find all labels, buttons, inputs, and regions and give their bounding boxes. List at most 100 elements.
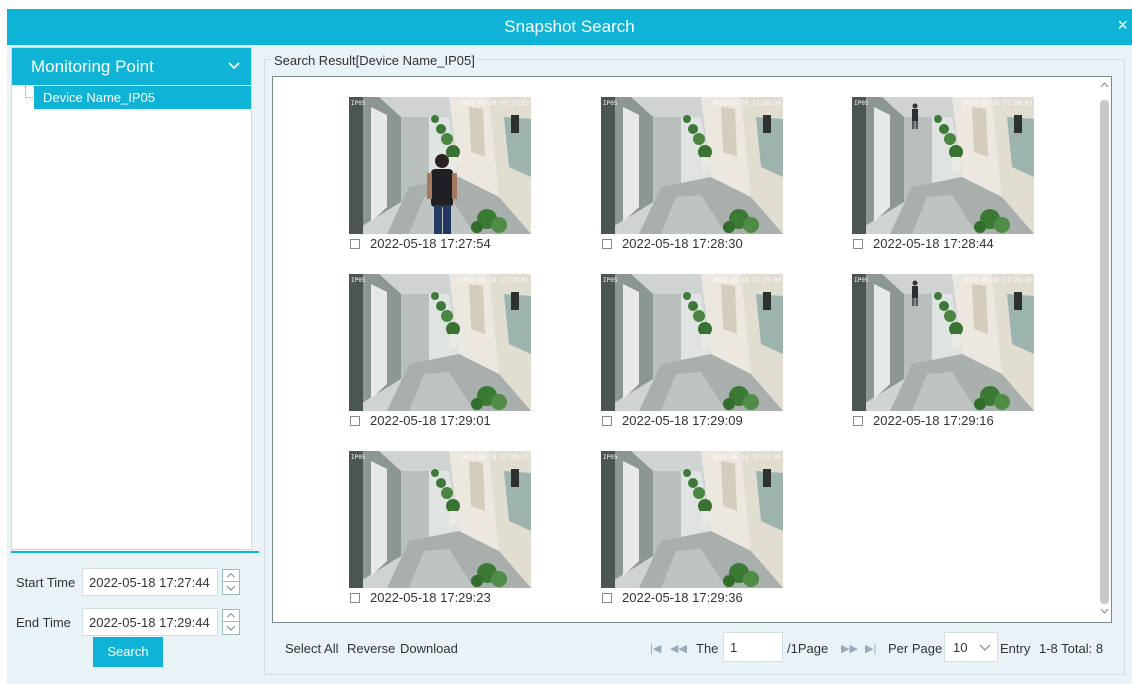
chevron-down-icon — [979, 644, 991, 651]
osd-channel-label: IP05 — [351, 100, 366, 107]
panel-divider — [11, 551, 259, 553]
scrollbar-thumb[interactable] — [1100, 100, 1109, 604]
snapshot-caption: 2022-05-18 17:27:54 — [350, 236, 540, 254]
close-icon[interactable]: × — [1117, 15, 1128, 35]
snapshot-timestamp: 2022-05-18 17:29:01 — [370, 413, 491, 428]
snapshot-caption: 2022-05-18 17:28:30 — [602, 236, 792, 254]
osd-timestamp-label: 2022-05-18 17:29:16 — [963, 277, 1032, 284]
snapshot-checkbox[interactable] — [602, 239, 612, 249]
range-total-label: 1-8 Total: 8 — [1039, 641, 1104, 656]
osd-timestamp-label: 2022-05-18 17:29:36 — [712, 454, 781, 461]
snapshot-checkbox[interactable] — [853, 239, 863, 249]
search-button[interactable]: Search — [93, 637, 163, 667]
snapshot-checkbox[interactable] — [350, 239, 360, 249]
snapshot-timestamp: 2022-05-18 17:28:30 — [622, 236, 743, 251]
snapshot-caption: 2022-05-18 17:29:23 — [350, 590, 540, 608]
snapshot-timestamp: 2022-05-18 17:29:16 — [873, 413, 994, 428]
snapshot-timestamp: 2022-05-18 17:28:44 — [873, 236, 994, 251]
per-page-value: 10 — [953, 640, 968, 655]
per-page-select[interactable]: 10 — [944, 632, 998, 662]
download-button[interactable]: Download — [400, 641, 458, 656]
snapshot-item[interactable]: IP05 2022-05-18 17:28:43 2022-05-18 17:28:… — [852, 97, 1042, 257]
result-toolbar: Select All Reverse Download |◀ ◀◀ The 1 … — [277, 632, 1117, 662]
osd-channel-label: IP05 — [854, 100, 869, 107]
page-number-input[interactable]: 1 — [723, 632, 783, 662]
snapshot-image[interactable]: IP05 2022-05-18 17:29:36 — [601, 451, 783, 588]
snapshot-item[interactable]: IP05 2022-05-18 17:29:23 2022-05-18 17:29:… — [349, 451, 539, 611]
osd-timestamp-label: 2022-05-18 17:28:43 — [963, 100, 1032, 107]
monitoring-point-panel: Monitoring Point Device Name_IP05 — [11, 47, 252, 550]
start-time-input[interactable]: 2022-05-18 17:27:44 — [82, 568, 218, 596]
snapshot-checkbox[interactable] — [350, 416, 360, 426]
osd-channel-label: IP05 — [603, 100, 618, 107]
snapshot-caption: 2022-05-18 17:29:09 — [602, 413, 792, 431]
spin-down-icon[interactable] — [223, 582, 239, 594]
snapshot-item[interactable]: IP05 2022-05-18 17:29:16 2022-05-18 17:29:… — [852, 274, 1042, 434]
snapshot-checkbox[interactable] — [602, 416, 612, 426]
title-bar: Snapshot Search × — [7, 9, 1132, 45]
snapshot-image[interactable]: IP05 2022-05-18 17:29:09 — [601, 274, 783, 411]
tree-item-device[interactable]: Device Name_IP05 — [34, 86, 251, 109]
search-result-title: Search Result[Device Name_IP05] — [271, 53, 478, 68]
snapshot-item[interactable]: IP05 2022-05-18 17:29:09 2022-05-18 17:29:… — [601, 274, 791, 434]
snapshot-checkbox[interactable] — [350, 593, 360, 603]
spin-down-icon[interactable] — [223, 622, 239, 634]
snapshot-image[interactable]: IP05 2022-05-18 17:27:53 — [349, 97, 531, 234]
reverse-button[interactable]: Reverse — [347, 641, 395, 656]
snapshot-checkbox[interactable] — [853, 416, 863, 426]
osd-timestamp-label: 2022-05-18 17:28:30 — [712, 100, 781, 107]
osd-channel-label: IP05 — [603, 277, 618, 284]
snapshot-item[interactable]: IP05 2022-05-18 17:29:36 2022-05-18 17:29:… — [601, 451, 791, 611]
first-page-icon[interactable]: |◀ — [650, 642, 661, 655]
snapshot-timestamp: 2022-05-18 17:29:23 — [370, 590, 491, 605]
osd-timestamp-label: 2022-05-18 17:27:53 — [460, 100, 529, 107]
end-time-input[interactable]: 2022-05-18 17:29:44 — [82, 608, 218, 636]
snapshot-item[interactable]: IP05 2022-05-18 17:27:53 2022-05-18 17:27:… — [349, 97, 539, 257]
end-time-spinner — [222, 609, 240, 635]
start-time-row: Start Time 2022-05-18 17:27:44 — [16, 568, 256, 596]
osd-timestamp-label: 2022-05-18 17:29:09 — [712, 277, 781, 284]
end-time-label: End Time — [16, 615, 71, 630]
page-count-label: /1Page — [787, 641, 829, 656]
snapshot-timestamp: 2022-05-18 17:27:54 — [370, 236, 491, 251]
start-time-label: Start Time — [16, 575, 76, 590]
monitoring-point-header[interactable]: Monitoring Point — [12, 48, 251, 85]
per-page-label: Per Page — [888, 641, 943, 656]
snapshot-timestamp: 2022-05-18 17:29:09 — [622, 413, 743, 428]
osd-timestamp-label: 2022-05-18 17:29:23 — [460, 454, 529, 461]
snapshot-timestamp: 2022-05-18 17:29:36 — [622, 590, 743, 605]
snapshot-image[interactable]: IP05 2022-05-18 17:29:16 — [852, 274, 1034, 411]
dialog-title: Snapshot Search — [504, 17, 635, 36]
next-page-icon[interactable]: ▶▶ — [841, 642, 858, 655]
snapshot-image[interactable]: IP05 2022-05-18 17:29:01 — [349, 274, 531, 411]
osd-channel-label: IP05 — [351, 277, 366, 284]
vertical-scrollbar[interactable] — [1097, 78, 1111, 621]
osd-channel-label: IP05 — [854, 277, 869, 284]
snapshot-caption: 2022-05-18 17:29:16 — [853, 413, 1043, 431]
snapshot-item[interactable]: IP05 2022-05-18 17:29:01 2022-05-18 17:29:… — [349, 274, 539, 434]
snapshot-caption: 2022-05-18 17:29:36 — [602, 590, 792, 608]
snapshot-checkbox[interactable] — [602, 593, 612, 603]
snapshot-caption: 2022-05-18 17:28:44 — [853, 236, 1043, 254]
last-page-icon[interactable]: ▶| — [865, 642, 876, 655]
prev-page-icon[interactable]: ◀◀ — [670, 642, 687, 655]
snapshot-image[interactable]: IP05 2022-05-18 17:28:30 — [601, 97, 783, 234]
entry-label: Entry — [1000, 641, 1031, 656]
spin-up-icon[interactable] — [223, 570, 239, 582]
scroll-down-icon[interactable] — [1100, 608, 1109, 614]
end-time-row: End Time 2022-05-18 17:29:44 — [16, 608, 256, 636]
osd-timestamp-label: 2022-05-18 17:29:01 — [460, 277, 529, 284]
scroll-up-icon[interactable] — [1100, 82, 1109, 88]
select-all-button[interactable]: Select All — [285, 641, 338, 656]
snapshot-caption: 2022-05-18 17:29:01 — [350, 413, 540, 431]
start-time-spinner — [222, 569, 240, 595]
spin-up-icon[interactable] — [223, 610, 239, 622]
osd-channel-label: IP05 — [351, 454, 366, 461]
monitoring-point-label: Monitoring Point — [31, 57, 154, 76]
snapshot-item[interactable]: IP05 2022-05-18 17:28:30 2022-05-18 17:28:… — [601, 97, 791, 257]
osd-channel-label: IP05 — [603, 454, 618, 461]
snapshot-image[interactable]: IP05 2022-05-18 17:29:23 — [349, 451, 531, 588]
snapshot-image[interactable]: IP05 2022-05-18 17:28:43 — [852, 97, 1034, 234]
page-prefix-label: The — [696, 641, 719, 656]
chevron-down-icon — [228, 62, 240, 70]
